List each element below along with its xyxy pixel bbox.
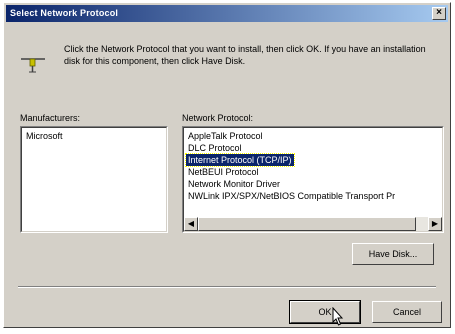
manufacturers-label: Manufacturers:	[20, 113, 81, 123]
list-item[interactable]: AppleTalk Protocol	[186, 130, 265, 142]
list-item[interactable]: NetBEUI Protocol	[186, 166, 261, 178]
horizontal-scrollbar[interactable]: ◀ ▶	[184, 217, 442, 231]
close-button[interactable]: ×	[432, 7, 446, 20]
arrow-right-icon: ▶	[431, 219, 439, 228]
cancel-button[interactable]: Cancel	[372, 301, 442, 323]
scroll-right-button[interactable]: ▶	[428, 217, 442, 231]
select-network-protocol-dialog: Select Network Protocol × Click the Netw…	[3, 2, 451, 328]
scroll-thumb[interactable]	[198, 217, 416, 231]
scroll-left-button[interactable]: ◀	[184, 217, 198, 231]
list-item-selected[interactable]: Internet Protocol (TCP/IP)	[185, 153, 295, 167]
list-item[interactable]: DLC Protocol	[186, 142, 244, 154]
window-title: Select Network Protocol	[10, 8, 119, 18]
close-icon: ×	[436, 7, 442, 18]
have-disk-button[interactable]: Have Disk...	[352, 243, 434, 265]
list-item[interactable]: Microsoft	[24, 130, 65, 142]
list-item[interactable]: NWLink IPX/SPX/NetBIOS Compatible Transp…	[186, 190, 440, 202]
list-item[interactable]: Network Monitor Driver	[186, 178, 282, 190]
title-bar[interactable]: Select Network Protocol ×	[6, 5, 448, 22]
arrow-left-icon: ◀	[187, 219, 195, 228]
network-plug-icon	[21, 55, 45, 73]
manufacturers-listbox[interactable]: Microsoft	[20, 126, 168, 233]
network-protocol-listbox[interactable]: AppleTalk Protocol DLC Protocol Internet…	[182, 126, 444, 233]
network-protocol-label: Network Protocol:	[182, 113, 254, 123]
mouse-pointer-icon	[332, 306, 346, 327]
ok-button[interactable]: OK	[289, 300, 361, 324]
instruction-text: Click the Network Protocol that you want…	[64, 44, 426, 66]
separator	[18, 286, 436, 288]
